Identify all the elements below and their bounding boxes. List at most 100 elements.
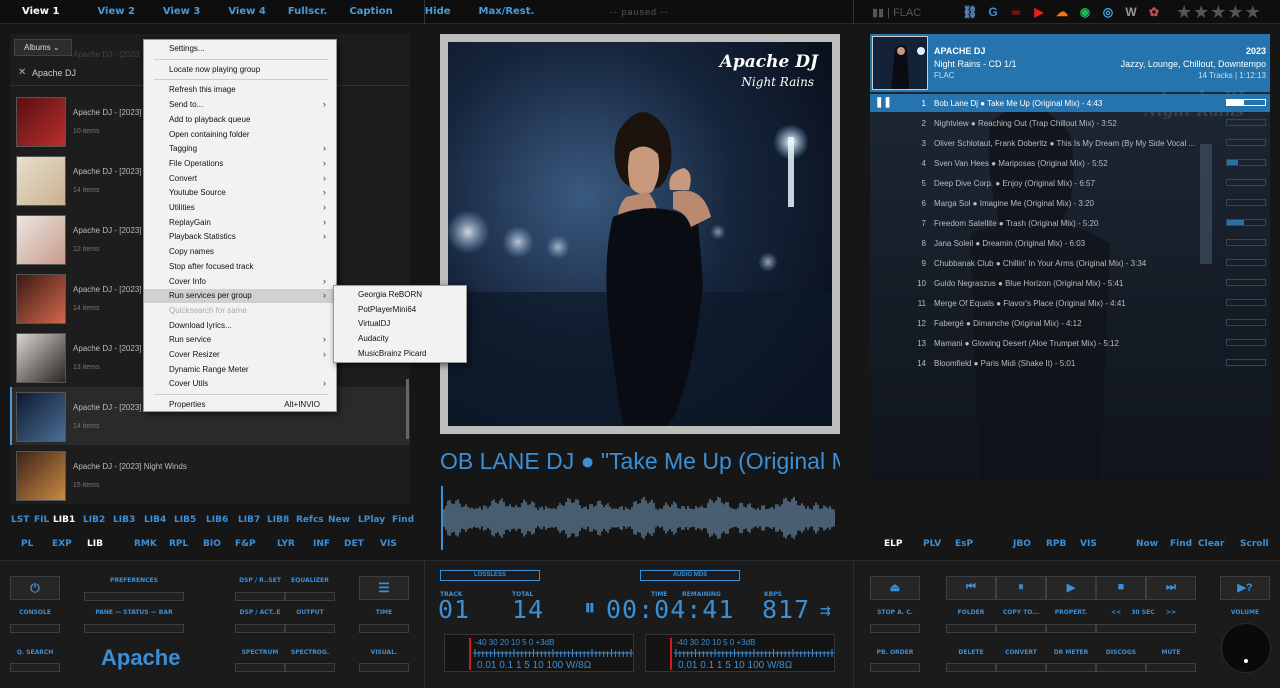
spotify-icon[interactable]: ◉ — [1077, 4, 1093, 20]
playlist-track-row[interactable]: 10 Guido Negraszus ● Blue Horizon (Origin… — [870, 274, 1270, 292]
link-lib8[interactable]: LIB8 — [267, 515, 289, 525]
link-rmk[interactable]: RMK — [134, 539, 157, 549]
wikipedia-icon[interactable]: W — [1123, 4, 1139, 20]
link-pl[interactable]: PL — [21, 539, 33, 549]
seek-button[interactable] — [1096, 624, 1196, 633]
spectrogram-button[interactable] — [285, 663, 335, 672]
link-det[interactable]: DET — [344, 539, 364, 549]
menu-item[interactable]: Cover Resizer › — [144, 348, 336, 362]
volume-knob[interactable] — [1221, 623, 1271, 673]
menu-item[interactable]: Youtube Source › — [144, 186, 336, 200]
menu-item[interactable]: Cover Utils › — [144, 377, 336, 391]
visual-button[interactable] — [359, 663, 409, 672]
star-icon[interactable]: ★ — [1210, 2, 1226, 22]
submenu-item[interactable]: Georgia ReBORN — [334, 288, 466, 302]
menu-item[interactable]: Quicksearch for same — [144, 304, 336, 318]
link-refcs[interactable]: Refcs — [296, 515, 324, 525]
nav-hide[interactable]: Hide — [403, 0, 461, 24]
copy-to-button[interactable] — [996, 624, 1046, 633]
previous-button[interactable]: ⏮ — [946, 576, 996, 600]
stop-button[interactable]: ■ — [1096, 576, 1146, 600]
pause-button[interactable]: ⏸ — [996, 576, 1046, 600]
menu-item[interactable]: Download lyrics... — [144, 319, 336, 333]
link-vis[interactable]: VIS — [380, 539, 397, 549]
playback-order-button[interactable] — [870, 663, 920, 672]
menu-item[interactable]: Run service › — [144, 333, 336, 347]
submenu-item[interactable]: MusicBrainz Picard — [334, 347, 466, 361]
submenu-item[interactable]: PotPlayerMini64 — [334, 303, 466, 317]
soundcloud-icon[interactable]: ☁ — [1054, 4, 1070, 20]
link-new[interactable]: New — [328, 515, 350, 525]
playlist-track-row[interactable]: 13 Mamani ● Glowing Desert (Aloe Trumpet … — [870, 334, 1270, 352]
playlist-track-row[interactable]: ❚❚ 1 Bob Lane Dj ● Take Me Up (Original Mi… — [870, 94, 1270, 112]
link-lyr[interactable]: LYR — [277, 539, 295, 549]
pane-status-bar-button[interactable] — [84, 624, 184, 633]
quick-search-button[interactable] — [10, 663, 60, 672]
menu-item[interactable]: Open containing folder — [144, 128, 336, 142]
menu-item[interactable]: Refresh this image — [144, 83, 336, 97]
link-lib3[interactable]: LIB3 — [113, 515, 135, 525]
album-item[interactable]: Apache DJ - [2023] Night Winds 15 items — [10, 446, 410, 504]
link-now[interactable]: Now — [1136, 539, 1158, 549]
link-vis[interactable]: VIS — [1080, 539, 1097, 549]
clear-filter-icon[interactable]: ✕ — [18, 67, 26, 78]
time-button[interactable] — [359, 624, 409, 633]
menu-item[interactable]: Locate now playing group — [144, 63, 336, 77]
playlist-track-row[interactable]: 2 Nightview ● Reaching Out (Trap Chillout… — [870, 114, 1270, 132]
console-button[interactable] — [10, 624, 60, 633]
folder-button[interactable] — [946, 624, 996, 633]
now-playing-thumb[interactable] — [872, 36, 928, 90]
link-lib2[interactable]: LIB2 — [83, 515, 105, 525]
nav-view-3[interactable]: View 3 — [145, 0, 210, 24]
link-lib1[interactable]: LIB1 — [53, 515, 75, 525]
help-button[interactable]: ▶? — [1220, 576, 1270, 600]
star-icon[interactable]: ★ — [1227, 2, 1243, 22]
menu-item[interactable]: Tagging › — [144, 142, 336, 156]
nav-fullscreen[interactable]: Fullscr. — [276, 0, 338, 24]
rating-stars[interactable]: ★ ★ ★ ★ ★ — [1176, 2, 1261, 22]
google-icon[interactable]: G — [985, 4, 1001, 20]
link-lst[interactable]: LST — [11, 515, 29, 525]
link-rpb[interactable]: RPB — [1046, 539, 1066, 549]
link-plv[interactable]: PLV — [923, 539, 941, 549]
playlist-track-row[interactable]: 11 Merge Of Equals ● Flavor's Place (Orig… — [870, 294, 1270, 312]
link-lib[interactable]: LIB — [87, 539, 103, 549]
equalizer-button[interactable] — [285, 592, 335, 601]
playlist-track-row[interactable]: 5 Deep Dive Corp. ● Enjoy (Original Mix) … — [870, 174, 1270, 192]
link-bio[interactable]: BIO — [203, 539, 221, 549]
album-list-scrollbar[interactable] — [406, 379, 409, 439]
playlist-track-row[interactable]: 7 Freedom Satellite ● Trash (Original Mix… — [870, 214, 1270, 232]
menu-item[interactable]: Settings... — [144, 42, 336, 56]
submenu-item[interactable]: VirtualDJ — [334, 317, 466, 331]
playlist-track-row[interactable]: 12 Fabergé ● Dimanche (Original Mix) - 4:… — [870, 314, 1270, 332]
link-rpl[interactable]: RPL — [169, 539, 188, 549]
pin-icon[interactable]: ✿ — [1146, 4, 1162, 20]
dr-meter-button[interactable] — [1046, 663, 1096, 672]
menu-item[interactable]: Send to... › — [144, 98, 336, 112]
album-cover[interactable]: Apache DJ Night Rains — [448, 42, 832, 426]
link-lib4[interactable]: LIB4 — [144, 515, 166, 525]
preferences-button[interactable] — [84, 592, 184, 601]
link-scroll[interactable]: Scroll — [1240, 539, 1269, 549]
link-lib5[interactable]: LIB5 — [174, 515, 196, 525]
spectrum-button[interactable] — [235, 663, 285, 672]
link-jbo[interactable]: JBO — [1013, 539, 1031, 549]
mute-button[interactable] — [1146, 663, 1196, 672]
allmusic-icon[interactable]: ◎ — [1100, 4, 1116, 20]
eject-button[interactable]: ⏏ — [870, 576, 920, 600]
power-button[interactable]: ⏻ — [10, 576, 60, 600]
nav-caption[interactable]: Caption — [337, 0, 402, 24]
link-lplay[interactable]: LPlay — [358, 515, 385, 525]
nav-view-4[interactable]: View 4 — [210, 0, 275, 24]
play-button[interactable]: ▶ — [1046, 576, 1096, 600]
menu-item[interactable]: File Operations › — [144, 157, 336, 171]
nav-view-1[interactable]: View 1 — [0, 0, 69, 24]
menu-item[interactable]: Playback Statistics › — [144, 230, 336, 244]
playlist-track-row[interactable]: 4 Sven Van Hees ● Mariposas (Original Mix… — [870, 154, 1270, 172]
link-esp[interactable]: EsP — [955, 539, 973, 549]
link-fil[interactable]: FIL — [34, 515, 49, 525]
nav-view-2[interactable]: View 2 — [69, 0, 144, 24]
menu-item[interactable]: Stop after focused track — [144, 260, 336, 274]
star-icon[interactable]: ★ — [1245, 2, 1261, 22]
submenu-item[interactable]: Audacity — [334, 332, 466, 346]
